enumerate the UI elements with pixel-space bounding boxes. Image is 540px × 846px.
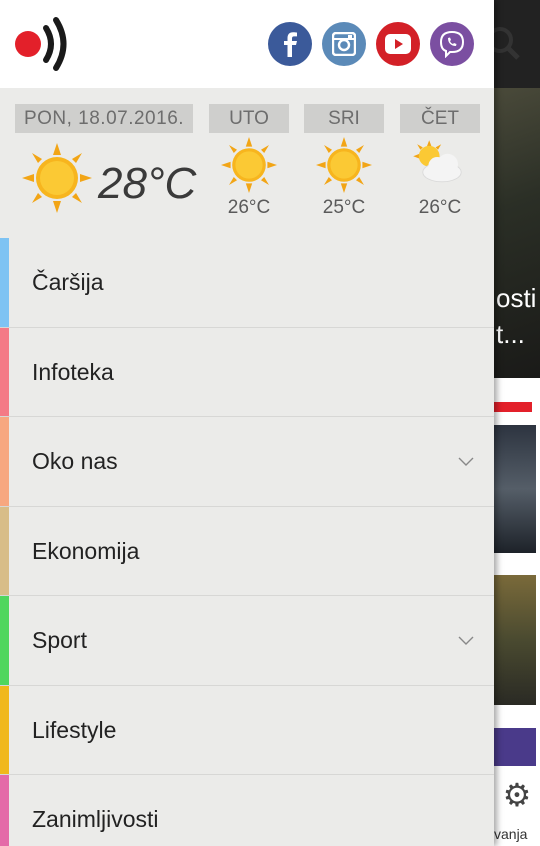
forecast-temperature: 26°C — [418, 197, 462, 218]
menu-item-oko-nas[interactable]: Oko nas — [0, 417, 494, 507]
menu-item-carsija[interactable]: Čaršija — [0, 238, 494, 328]
weather-date: PON, 18.07.2016. — [15, 104, 193, 133]
forecast-temperature: 25°C — [322, 197, 366, 218]
menu-item-label: Čaršija — [32, 269, 104, 295]
navigation-drawer: PON, 18.07.2016. UTO SRI ČET 28°C 26°C 2… — [0, 0, 494, 846]
category-color-bar — [0, 238, 9, 327]
banner[interactable] — [494, 728, 536, 766]
sun-icon — [22, 143, 92, 213]
chevron-down-icon[interactable] — [458, 632, 474, 648]
sun-icon — [221, 137, 277, 193]
broadcast-logo-icon[interactable] — [12, 14, 76, 74]
menu-item-label: Ekonomija — [32, 537, 140, 564]
menu-item-label: Oko nas — [32, 448, 118, 474]
menu-item-label: Lifestyle — [32, 716, 117, 743]
menu-item-ekonomija[interactable]: Ekonomija — [0, 506, 494, 596]
category-color-bar — [0, 596, 9, 685]
section-divider — [494, 402, 532, 412]
menu-item-label: Infoteka — [32, 358, 114, 385]
menu-item-lifestyle[interactable]: Lifestyle — [0, 685, 494, 775]
category-color-bar — [0, 685, 9, 774]
youtube-icon[interactable] — [376, 22, 420, 66]
menu-item-infoteka[interactable]: Infoteka — [0, 327, 494, 417]
forecast-day: SRI — [304, 104, 384, 133]
menu-item-label: Sport — [32, 627, 87, 653]
article-thumbnail[interactable] — [494, 575, 536, 705]
current-temperature: 28°C — [98, 159, 197, 208]
gear-icon[interactable]: ⚙ — [494, 775, 540, 815]
viber-icon[interactable] — [430, 22, 474, 66]
sun-icon — [316, 137, 372, 193]
menu-item-sport[interactable]: Sport — [0, 596, 494, 686]
category-menu: Čaršija Infoteka Oko nas Ekonomija Sport… — [0, 238, 494, 846]
article-thumbnail[interactable] — [494, 425, 536, 553]
category-color-bar — [0, 327, 9, 416]
facebook-icon[interactable] — [268, 22, 312, 66]
forecast-day: ČET — [400, 104, 480, 133]
bottom-nav-label: vanja — [494, 826, 528, 842]
menu-item-label: Zanimljivosti — [32, 806, 159, 832]
chevron-down-icon[interactable] — [458, 453, 474, 469]
forecast-temperature: 26°C — [227, 197, 271, 218]
category-color-bar — [0, 775, 9, 846]
category-color-bar — [0, 506, 9, 595]
search-icon[interactable] — [486, 22, 540, 68]
forecast-day: UTO — [209, 104, 289, 133]
category-color-bar — [0, 417, 9, 506]
instagram-icon[interactable] — [322, 22, 366, 66]
menu-item-zanimljivosti[interactable]: Zanimljivosti — [0, 775, 494, 846]
partly-cloudy-icon — [413, 140, 462, 183]
hero-title: osti t... — [496, 283, 537, 349]
drawer-header — [0, 0, 494, 88]
